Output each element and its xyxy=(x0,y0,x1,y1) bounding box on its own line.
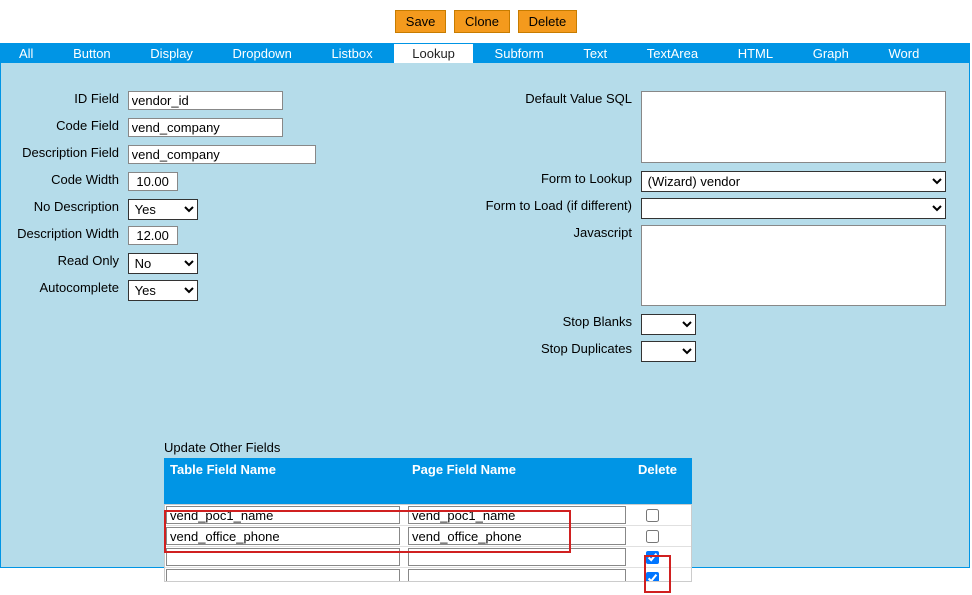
form-load-select[interactable] xyxy=(641,198,946,219)
grid-row xyxy=(165,526,691,547)
grid-body[interactable] xyxy=(164,504,692,582)
tab-all[interactable]: All xyxy=(1,44,51,64)
tab-dropdown[interactable]: Dropdown xyxy=(215,44,310,64)
delete-checkbox[interactable] xyxy=(646,551,659,564)
tab-display[interactable]: Display xyxy=(132,44,211,64)
code-width-input[interactable] xyxy=(128,172,178,191)
code-width-label: Code Width xyxy=(1,172,124,187)
javascript-label: Javascript xyxy=(481,225,637,240)
form-load-label: Form to Load (if different) xyxy=(481,198,637,213)
grid-col-delete: Delete xyxy=(632,458,670,504)
stop-dupes-select[interactable] xyxy=(641,341,696,362)
save-button[interactable]: Save xyxy=(395,10,447,33)
page-field-input[interactable] xyxy=(408,527,626,545)
right-column: Default Value SQL Form to Lookup (Wizard… xyxy=(481,91,951,368)
page-root: Save Clone Delete All Button Display Dro… xyxy=(0,0,972,583)
tab-graph[interactable]: Graph xyxy=(795,44,867,64)
desc-field-input[interactable] xyxy=(128,145,316,164)
default-sql-textarea[interactable] xyxy=(641,91,946,163)
tab-button[interactable]: Button xyxy=(55,44,129,64)
table-field-input[interactable] xyxy=(166,548,400,566)
tab-listbox[interactable]: Listbox xyxy=(313,44,390,64)
grid-col-table-field: Table Field Name xyxy=(164,458,406,504)
javascript-textarea[interactable] xyxy=(641,225,946,306)
stop-blanks-label: Stop Blanks xyxy=(481,314,637,329)
page-field-input[interactable] xyxy=(408,506,626,524)
desc-width-input[interactable] xyxy=(128,226,178,245)
tab-lookup[interactable]: Lookup xyxy=(394,44,473,64)
table-field-input[interactable] xyxy=(166,527,400,545)
delete-checkbox[interactable] xyxy=(646,530,659,543)
grid-row xyxy=(165,505,691,526)
delete-checkbox[interactable] xyxy=(646,509,659,522)
delete-button[interactable]: Delete xyxy=(518,10,578,33)
grid-header: Table Field Name Page Field Name Delete xyxy=(164,458,692,504)
tab-textarea[interactable]: TextArea xyxy=(629,44,716,64)
page-field-input[interactable] xyxy=(408,548,626,566)
tab-html[interactable]: HTML xyxy=(720,44,791,64)
grid-col-page-field: Page Field Name xyxy=(406,458,632,504)
autocomplete-select[interactable]: Yes xyxy=(128,280,198,301)
stop-dupes-label: Stop Duplicates xyxy=(481,341,637,356)
read-only-label: Read Only xyxy=(1,253,124,268)
code-field-label: Code Field xyxy=(1,118,124,133)
no-desc-select[interactable]: Yes xyxy=(128,199,198,220)
desc-field-label: Description Field xyxy=(1,145,124,160)
tab-strip: All Button Display Dropdown Listbox Look… xyxy=(0,43,970,63)
desc-width-label: Description Width xyxy=(1,226,124,241)
content-panel: ID Field Code Field Description Field Co… xyxy=(0,63,970,568)
table-field-input[interactable] xyxy=(166,506,400,524)
tab-subform[interactable]: Subform xyxy=(477,44,562,64)
grid-row xyxy=(165,568,691,582)
page-field-input[interactable] xyxy=(408,569,626,582)
form-lookup-select[interactable]: (Wizard) vendor xyxy=(641,171,946,192)
id-field-label: ID Field xyxy=(1,91,124,106)
grid-row xyxy=(165,547,691,568)
stop-blanks-select[interactable] xyxy=(641,314,696,335)
table-field-input[interactable] xyxy=(166,569,400,582)
tab-text[interactable]: Text xyxy=(565,44,625,64)
delete-checkbox[interactable] xyxy=(646,572,659,583)
top-button-bar: Save Clone Delete xyxy=(0,0,972,43)
clone-button[interactable]: Clone xyxy=(454,10,510,33)
default-sql-label: Default Value SQL xyxy=(481,91,637,106)
form-lookup-label: Form to Lookup xyxy=(481,171,637,186)
tab-word[interactable]: Word xyxy=(871,44,938,64)
left-column: ID Field Code Field Description Field Co… xyxy=(1,91,321,307)
read-only-select[interactable]: No xyxy=(128,253,198,274)
update-heading: Update Other Fields xyxy=(164,440,692,455)
id-field-input[interactable] xyxy=(128,91,283,110)
no-desc-label: No Description xyxy=(1,199,124,214)
update-other-fields-section: Update Other Fields Table Field Name Pag… xyxy=(164,440,692,595)
code-field-input[interactable] xyxy=(128,118,283,137)
autocomplete-label: Autocomplete xyxy=(1,280,124,295)
